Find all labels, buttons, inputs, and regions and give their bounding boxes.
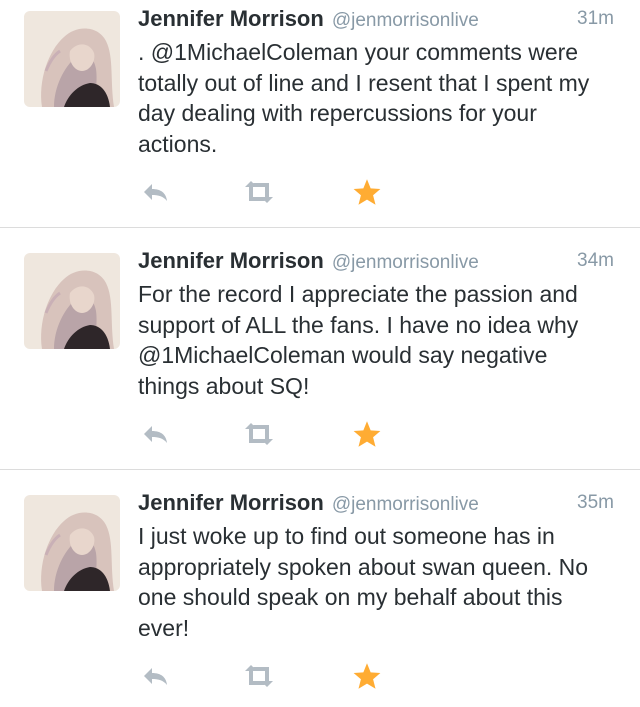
tweet[interactable]: Jennifer Morrison @jenmorrisonlive 34m Fo… <box>0 228 640 469</box>
avatar[interactable] <box>24 253 120 349</box>
favorite-button[interactable] <box>350 417 384 451</box>
retweet-icon <box>245 423 273 445</box>
timestamp[interactable]: 31m <box>577 8 614 30</box>
star-icon <box>353 663 381 689</box>
tweet-text: I just woke up to find out someone has i… <box>138 521 620 643</box>
timestamp[interactable]: 34m <box>577 250 614 272</box>
retweet-icon <box>245 665 273 687</box>
timestamp[interactable]: 35m <box>577 492 614 514</box>
star-icon <box>353 421 381 447</box>
tweet-text: For the record I appreciate the passion … <box>138 279 620 401</box>
tweet-text-line: appropriately spoken about swan queen. N… <box>138 553 589 580</box>
tweet-header: Jennifer Morrison @jenmorrisonlive 34m <box>138 248 618 280</box>
tweet-text-line: ever! <box>138 614 190 641</box>
author-handle[interactable]: @jenmorrisonlive <box>332 10 479 31</box>
reply-arrow-icon <box>144 426 167 443</box>
avatar[interactable] <box>24 11 120 107</box>
author-handle[interactable]: @jenmorrisonlive <box>332 252 479 273</box>
favorite-button[interactable] <box>350 175 384 209</box>
favorite-button[interactable] <box>350 659 384 693</box>
reply-arrow-icon <box>144 184 167 201</box>
tweet-text-line: @1MichaelColeman would say negative <box>138 342 548 368</box>
retweet-button[interactable] <box>242 417 276 451</box>
avatar-photo <box>24 11 120 107</box>
tweet[interactable]: Jennifer Morrison @jenmorrisonlive 31m . … <box>0 0 640 227</box>
tweet-text-line: I just woke up to find out someone has i… <box>138 523 555 549</box>
tweet-text-line: For the record I appreciate the passion … <box>138 281 578 307</box>
retweet-button[interactable] <box>242 659 276 693</box>
author-name[interactable]: Jennifer Morrison <box>138 6 324 31</box>
avatar-photo <box>24 495 120 591</box>
retweet-icon <box>245 181 273 203</box>
retweet-button[interactable] <box>242 175 276 209</box>
tweet-timeline: Jennifer Morrison @jenmorrisonlive 31m . … <box>0 0 640 707</box>
reply-button[interactable] <box>138 417 172 451</box>
tweet-actions <box>138 175 398 209</box>
tweet-text-line: one should speak on my behalf about this <box>138 584 563 610</box>
author-name[interactable]: Jennifer Morrison <box>138 490 324 515</box>
reply-button[interactable] <box>138 175 172 209</box>
reply-arrow-icon <box>144 668 167 685</box>
tweet-text-line: support of ALL the fans. I have no idea … <box>138 311 579 338</box>
author-name[interactable]: Jennifer Morrison <box>138 248 324 273</box>
tweet-actions <box>138 417 398 451</box>
tweet-text-line: . @1MichaelColeman your comments were <box>138 39 579 65</box>
tweet-header: Jennifer Morrison @jenmorrisonlive 31m <box>138 6 618 38</box>
tweet-text-line: actions. <box>138 130 218 157</box>
reply-button[interactable] <box>138 659 172 693</box>
tweet-actions <box>138 659 398 693</box>
tweet-header: Jennifer Morrison @jenmorrisonlive 35m <box>138 490 618 522</box>
tweet-text-line: things about SQ! <box>138 372 310 399</box>
tweet-text: . @1MichaelColeman your comments were to… <box>138 37 620 159</box>
avatar-photo <box>24 253 120 349</box>
tweet-text-line: day dealing with repercussions for your <box>138 100 537 126</box>
avatar[interactable] <box>24 495 120 591</box>
star-icon <box>353 179 381 205</box>
tweet[interactable]: Jennifer Morrison @jenmorrisonlive 35m I … <box>0 470 640 707</box>
author-handle[interactable]: @jenmorrisonlive <box>332 494 479 515</box>
tweet-text-line: totally out of line and I resent that I … <box>138 69 590 96</box>
